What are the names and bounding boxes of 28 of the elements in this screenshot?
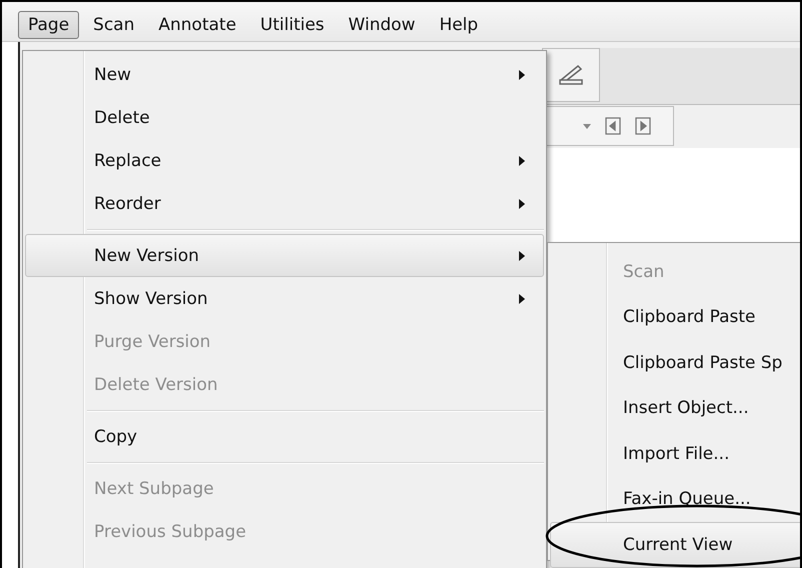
previous-page-icon[interactable] [605,117,621,135]
dropdown-arrow-icon[interactable] [583,124,591,128]
menu-item[interactable]: Show Version [25,277,544,320]
submenu-arrow-icon [519,198,525,208]
menu-title[interactable]: Help [429,10,488,38]
menu-item[interactable]: New Version [25,234,544,277]
menu-item[interactable]: Reorder [25,182,544,225]
scanner-icon[interactable] [558,64,584,86]
menu-title[interactable]: Scan [83,10,144,38]
submenu-arrow-icon [519,294,525,304]
menu-title[interactable]: Window [338,10,426,38]
menu-item[interactable]: Clipboard Paste Sp [550,340,800,386]
submenu-arrow-icon [519,70,525,80]
menu-item[interactable]: Clipboard Paste [550,294,800,340]
next-page-icon[interactable] [635,117,651,135]
menu-item[interactable]: Fax-in Queue... [550,476,800,522]
menu-title[interactable]: Utilities [250,10,334,38]
menu-item[interactable]: Current View [550,522,800,568]
menu-item[interactable]: Replace [25,139,544,182]
menu-title[interactable]: Annotate [148,10,246,38]
menu-item[interactable]: Delete [25,96,544,139]
submenu-arrow-icon [519,156,525,166]
menu-item[interactable]: Copy [25,415,544,458]
submenu-arrow-icon [519,250,525,260]
menu-title[interactable]: Page [18,10,80,38]
menu-item[interactable]: Insert Object... [550,386,800,431]
menu-item[interactable]: Import File... [550,431,800,476]
menu-item[interactable]: New [25,53,544,96]
